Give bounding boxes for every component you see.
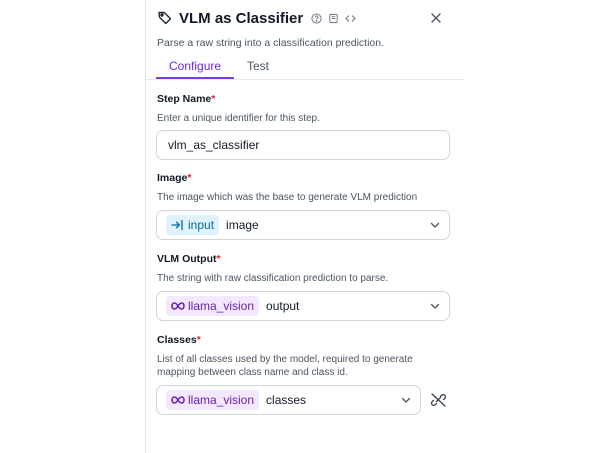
image-select[interactable]: input image (156, 210, 450, 240)
llama-vision-chip: llama_vision (166, 390, 260, 410)
chevron-down-icon (430, 221, 440, 229)
image-help: The image which was the base to generate… (157, 192, 418, 203)
tag-icon (157, 10, 173, 26)
step-name-label: Step Name* (157, 93, 216, 105)
required-mark: * (196, 334, 201, 346)
active-tab-indicator (156, 77, 234, 79)
classes-help: List of all classes used by the model, r… (157, 353, 413, 379)
llama-vision-chip-label: llama_vision (188, 299, 255, 313)
classes-select[interactable]: llama_vision classes (156, 385, 421, 415)
classes-help-line-1: List of all classes used by the model, r… (157, 354, 413, 365)
book-icon[interactable] (328, 13, 339, 24)
panel-title: VLM as Classifier (179, 9, 304, 27)
tab-configure[interactable]: Configure (169, 59, 221, 73)
llama-vision-chip-label: llama_vision (188, 393, 255, 407)
required-mark: * (216, 253, 221, 265)
vlm-output-selected-value: output (266, 299, 300, 313)
input-arrow-icon (171, 219, 185, 231)
vlm-output-help: The string with raw classification predi… (157, 273, 389, 284)
panel-header: VLM as Classifier (157, 8, 453, 28)
classes-selected-value: classes (266, 393, 307, 407)
image-selected-value: image (226, 218, 259, 232)
step-name-input[interactable]: vlm_as_classifier (156, 130, 450, 160)
unlink-icon[interactable] (430, 392, 447, 408)
input-source-chip: input (166, 215, 220, 235)
required-mark: * (211, 93, 216, 105)
meta-infinity-icon (171, 300, 185, 312)
tab-test[interactable]: Test (247, 59, 269, 73)
block-config-panel: VLM as Classifier Parse a raw string int… (146, 0, 464, 453)
tab-bar: Configure Test (146, 56, 464, 80)
close-icon[interactable] (429, 11, 443, 25)
required-mark: * (187, 172, 192, 184)
classes-help-line-2: mapping between class name and class id. (157, 367, 348, 378)
help-circle-icon[interactable] (311, 12, 322, 24)
input-chip-label: input (188, 218, 215, 232)
vlm-output-select[interactable]: llama_vision output (156, 291, 450, 321)
step-name-value: vlm_as_classifier (168, 138, 260, 152)
step-name-help: Enter a unique identifier for this step. (157, 113, 320, 124)
meta-infinity-icon (171, 394, 185, 406)
vlm-output-label: VLM Output* (157, 253, 221, 265)
chevron-down-icon (430, 302, 440, 310)
llama-vision-chip: llama_vision (166, 296, 260, 316)
classes-label: Classes* (157, 334, 201, 346)
image-label: Image* (157, 172, 192, 184)
panel-description: Parse a raw string into a classification… (157, 37, 385, 49)
chevron-down-icon (401, 396, 411, 404)
code-icon[interactable] (345, 13, 357, 24)
